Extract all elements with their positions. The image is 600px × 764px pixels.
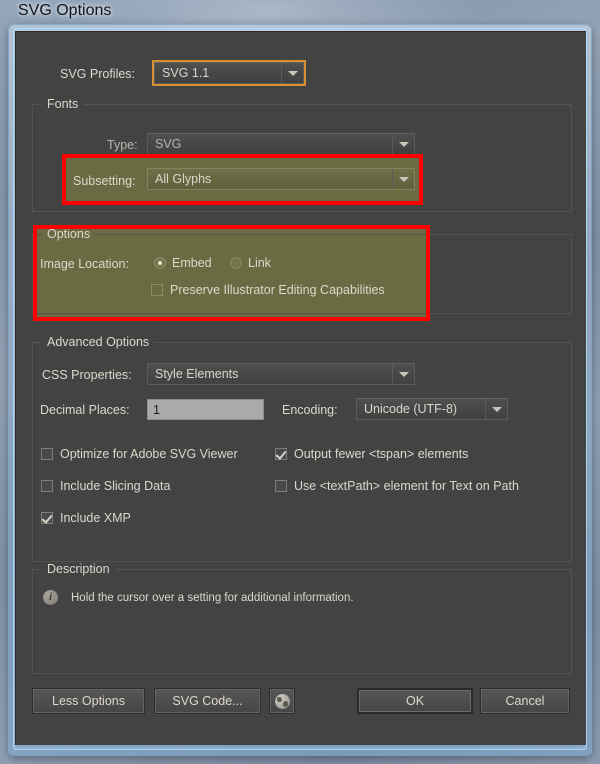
radio-embed-indicator[interactable] <box>154 257 166 269</box>
chevron-down-icon[interactable] <box>392 169 414 189</box>
description-group-title: Description <box>42 562 115 576</box>
chevron-down-icon[interactable] <box>485 399 507 419</box>
globe-icon <box>274 693 290 709</box>
checkbox-output-fewer-tspan[interactable]: Output fewer <tspan> elements <box>275 447 468 461</box>
options-group-title: Options <box>42 227 96 241</box>
svg-profiles-value: SVG 1.1 <box>162 66 210 80</box>
image-location-label: Image Location: <box>40 257 129 271</box>
description-group: Description <box>32 562 572 674</box>
encoding-label: Encoding: <box>282 403 338 417</box>
less-options-button[interactable]: Less Options <box>32 688 145 714</box>
encoding-value: Unicode (UTF-8) <box>364 402 458 416</box>
cancel-button[interactable]: Cancel <box>480 688 570 714</box>
description-text: Hold the cursor over a setting for addit… <box>71 592 354 604</box>
checkbox-indicator[interactable] <box>275 448 287 460</box>
font-type-dropdown[interactable]: SVG <box>147 133 415 155</box>
checkbox-label: Use <textPath> element for Text on Path <box>294 479 519 493</box>
checkbox-indicator[interactable] <box>275 480 287 492</box>
info-icon: i <box>43 590 58 605</box>
checkbox-indicator[interactable] <box>41 448 53 460</box>
fonts-group-title: Fonts <box>42 97 84 111</box>
decimal-places-label: Decimal Places: <box>40 403 130 417</box>
options-group: Options <box>32 227 572 314</box>
font-subsetting-value: All Glyphs <box>155 172 212 186</box>
radio-link[interactable]: Link <box>230 256 271 270</box>
preview-in-browser-button[interactable] <box>269 688 295 714</box>
css-properties-value: Style Elements <box>155 367 239 381</box>
svg-options-dialog: SVG Profiles: SVG 1.1 Fonts Type: SVG Su… <box>15 31 586 745</box>
radio-link-label: Link <box>248 256 271 270</box>
checkbox-include-slicing-data[interactable]: Include Slicing Data <box>41 479 170 493</box>
window-title: SVG Options <box>18 2 112 19</box>
checkbox-label: Include Slicing Data <box>60 479 171 493</box>
checkbox-label: Optimize for Adobe SVG Viewer <box>60 447 238 461</box>
window-title-bar: SVG Options <box>0 0 600 24</box>
encoding-dropdown[interactable]: Unicode (UTF-8) <box>356 398 508 420</box>
radio-link-indicator[interactable] <box>230 257 242 269</box>
ok-button[interactable]: OK <box>357 688 473 714</box>
css-properties-label: CSS Properties: <box>42 368 132 382</box>
font-subsetting-dropdown[interactable]: All Glyphs <box>147 168 415 190</box>
svg-profiles-label: SVG Profiles: <box>60 67 136 81</box>
checkbox-optimize-adobe-svg-viewer[interactable]: Optimize for Adobe SVG Viewer <box>41 447 238 461</box>
checkbox-indicator[interactable] <box>151 284 163 296</box>
checkbox-include-xmp[interactable]: Include XMP <box>41 511 131 525</box>
svg-code-button[interactable]: SVG Code... <box>154 688 261 714</box>
desktop-backdrop: SVG Options SVG Profiles: SVG 1.1 Fonts … <box>0 0 600 764</box>
checkbox-label: Output fewer <tspan> elements <box>294 447 469 461</box>
font-subsetting-label: Subsetting: <box>73 174 136 188</box>
svg-profiles-dropdown[interactable]: SVG 1.1 <box>152 60 306 86</box>
checkbox-label: Include XMP <box>60 511 131 525</box>
advanced-options-group-title: Advanced Options <box>42 335 155 349</box>
checkbox-preserve-label: Preserve Illustrator Editing Capabilitie… <box>170 283 385 297</box>
css-properties-dropdown[interactable]: Style Elements <box>147 363 415 385</box>
checkbox-preserve-illustrator-editing[interactable]: Preserve Illustrator Editing Capabilitie… <box>151 283 385 297</box>
decimal-places-input[interactable]: 1 <box>147 399 264 420</box>
font-type-value: SVG <box>155 137 182 151</box>
font-type-label: Type: <box>107 138 138 152</box>
chevron-down-icon[interactable] <box>392 134 414 154</box>
chevron-down-icon[interactable] <box>281 63 303 83</box>
checkbox-indicator[interactable] <box>41 480 53 492</box>
checkbox-use-textpath-element[interactable]: Use <textPath> element for Text on Path <box>275 479 519 493</box>
radio-embed[interactable]: Embed <box>154 256 212 270</box>
radio-embed-label: Embed <box>172 256 212 270</box>
checkbox-indicator[interactable] <box>41 512 53 524</box>
chevron-down-icon[interactable] <box>392 364 414 384</box>
